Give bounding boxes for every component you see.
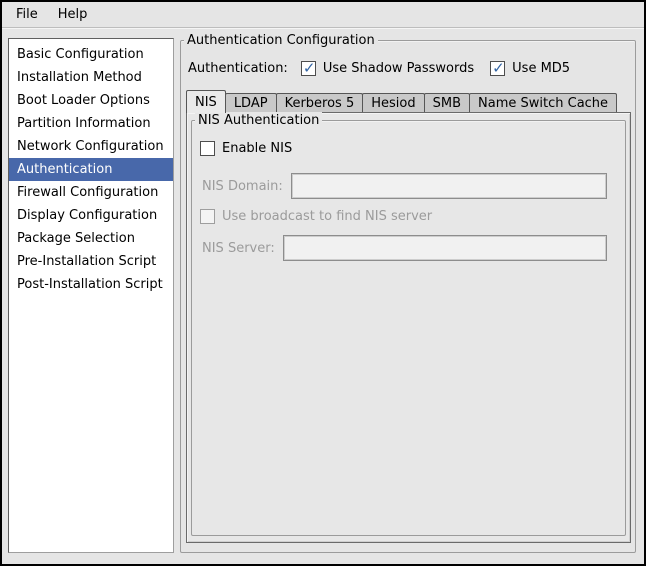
tab-name-switch-cache[interactable]: Name Switch Cache <box>469 93 617 112</box>
enable-nis-checkbox[interactable] <box>200 141 215 156</box>
use-broadcast-label: Use broadcast to find NIS server <box>222 209 432 224</box>
authentication-configuration-frame-title: Authentication Configuration <box>184 32 378 49</box>
sidebar-item-package-selection[interactable]: Package Selection <box>9 227 173 250</box>
sidebar-item-partition-information[interactable]: Partition Information <box>9 112 173 135</box>
sidebar-item-pre-installation-script[interactable]: Pre-Installation Script <box>9 250 173 273</box>
nis-domain-input[interactable] <box>291 173 607 199</box>
menu-file-label: File <box>16 7 38 22</box>
use-md5-checkbox[interactable] <box>490 61 505 76</box>
nis-authentication-frame: NIS Authentication Enable NIS NIS Domain… <box>191 120 626 536</box>
use-broadcast-checkbox[interactable] <box>200 209 215 224</box>
nis-server-input[interactable] <box>283 235 607 261</box>
tab-ldap[interactable]: LDAP <box>225 93 277 112</box>
menu-help-label: Help <box>58 7 88 22</box>
enable-nis-label: Enable NIS <box>222 141 292 156</box>
sidebar-item-network-configuration[interactable]: Network Configuration <box>9 135 173 158</box>
sidebar-item-basic-configuration[interactable]: Basic Configuration <box>9 43 173 66</box>
nis-domain-row: NIS Domain: <box>202 173 607 199</box>
authentication-options-row: Authentication: Use Shadow Passwords Use… <box>188 57 629 79</box>
tab-nis[interactable]: NIS <box>186 90 226 113</box>
use-broadcast-option[interactable]: Use broadcast to find NIS server <box>200 209 432 224</box>
nis-server-label: NIS Server: <box>202 241 275 256</box>
tab-hesiod[interactable]: Hesiod <box>362 93 424 112</box>
tab-kerberos5[interactable]: Kerberos 5 <box>276 93 364 112</box>
use-shadow-passwords-option[interactable]: Use Shadow Passwords <box>301 61 474 76</box>
nis-authentication-frame-title: NIS Authentication <box>195 112 322 129</box>
use-shadow-passwords-label: Use Shadow Passwords <box>323 61 474 76</box>
sidebar-item-boot-loader-options[interactable]: Boot Loader Options <box>9 89 173 112</box>
menu-file[interactable]: File <box>6 4 48 25</box>
authentication-label: Authentication: <box>188 61 288 76</box>
kickstart-configurator-window: File Help Basic Configuration Installati… <box>0 0 646 566</box>
enable-nis-option[interactable]: Enable NIS <box>200 141 292 156</box>
sidebar-item-installation-method[interactable]: Installation Method <box>9 66 173 89</box>
sidebar-item-authentication[interactable]: Authentication <box>9 158 173 181</box>
use-md5-label: Use MD5 <box>512 61 570 76</box>
authentication-configuration-frame: Authentication Configuration Authenticat… <box>180 40 636 553</box>
nis-server-row: NIS Server: <box>202 235 607 261</box>
tab-bar: NIS LDAP Kerberos 5 Hesiod SMB Name Swit… <box>186 89 631 112</box>
sidebar-item-post-installation-script[interactable]: Post-Installation Script <box>9 273 173 296</box>
use-shadow-passwords-checkbox[interactable] <box>301 61 316 76</box>
tab-smb[interactable]: SMB <box>424 93 470 112</box>
nis-domain-label: NIS Domain: <box>202 179 283 194</box>
use-md5-option[interactable]: Use MD5 <box>490 61 570 76</box>
menubar: File Help <box>2 2 644 28</box>
sidebar-item-firewall-configuration[interactable]: Firewall Configuration <box>9 181 173 204</box>
menu-help[interactable]: Help <box>48 4 98 25</box>
authentication-notebook: NIS LDAP Kerberos 5 Hesiod SMB Name Swit… <box>186 89 631 543</box>
sidebar-item-display-configuration[interactable]: Display Configuration <box>9 204 173 227</box>
category-list: Basic Configuration Installation Method … <box>8 38 174 553</box>
nis-tab-page: NIS Authentication Enable NIS NIS Domain… <box>186 112 631 543</box>
